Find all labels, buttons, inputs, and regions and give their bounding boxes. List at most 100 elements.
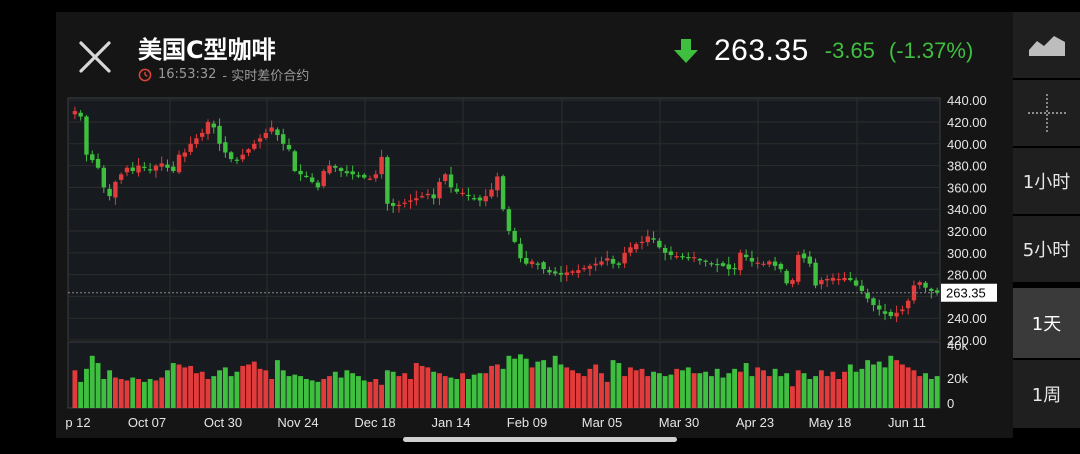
candle <box>524 258 529 264</box>
x-tick-label: Feb 09 <box>507 415 547 430</box>
candle <box>645 236 650 243</box>
volume-bar <box>529 367 535 408</box>
candle <box>367 178 373 180</box>
volume-bar <box>101 379 107 408</box>
volume-bar <box>564 367 570 408</box>
candle <box>500 176 506 210</box>
volume-bar <box>136 379 141 408</box>
candle <box>587 265 593 269</box>
candle <box>338 168 344 172</box>
candle <box>917 282 922 285</box>
candle <box>362 174 367 178</box>
volume-bar <box>298 376 304 408</box>
volume-bar <box>743 363 749 408</box>
home-indicator[interactable] <box>403 437 677 442</box>
volume-bar <box>413 363 419 408</box>
volume-bar <box>795 370 801 408</box>
candle <box>124 167 130 173</box>
candle <box>628 247 633 253</box>
candle <box>142 166 147 168</box>
volume-bar <box>894 360 900 408</box>
volume-bar <box>188 365 194 408</box>
volume-bar <box>928 379 934 408</box>
volume-bar <box>714 368 720 408</box>
volume-bar <box>274 360 280 408</box>
interval-1h[interactable]: 1小时 <box>1013 148 1080 214</box>
volume-bar <box>691 373 697 408</box>
candle <box>749 258 755 262</box>
volume-bar <box>876 361 882 408</box>
volume-bar <box>477 373 483 408</box>
candle <box>743 254 749 258</box>
candle <box>824 278 830 281</box>
candle <box>78 112 83 117</box>
candle <box>772 261 778 266</box>
volume-bar <box>604 381 610 408</box>
volume-bar <box>801 373 807 408</box>
volume-bar <box>639 368 645 408</box>
candle <box>767 261 772 265</box>
volume-bar <box>263 370 269 408</box>
volume-bar <box>512 358 518 408</box>
candle <box>495 176 500 191</box>
area-chart-icon <box>1028 36 1065 56</box>
volume-bar <box>558 364 564 408</box>
candle <box>674 256 679 258</box>
volume-bar <box>165 370 170 408</box>
volume-bar <box>888 355 894 408</box>
volume-bar <box>176 364 182 408</box>
interval-1d[interactable]: 1天 <box>1013 288 1080 358</box>
y-tick-label: 420.00 <box>947 115 987 130</box>
candle <box>581 268 587 270</box>
candle <box>726 264 731 270</box>
volume-bar <box>587 368 593 408</box>
candle <box>616 263 622 265</box>
candle <box>703 260 708 262</box>
volume-bar <box>911 370 917 408</box>
candle <box>512 230 517 242</box>
interval-1w[interactable]: 1周 <box>1013 360 1080 428</box>
candle <box>900 309 905 312</box>
candle <box>529 261 535 265</box>
y-tick-label: 300.00 <box>947 246 987 261</box>
volume-bar <box>205 379 211 408</box>
volume-bar <box>402 373 408 408</box>
volume-bar <box>749 376 755 408</box>
candle <box>483 196 488 202</box>
volume-bar <box>425 367 431 408</box>
volume-bar <box>708 376 714 408</box>
volume-bar <box>361 380 367 408</box>
volume-bar <box>616 363 622 408</box>
candle <box>379 156 384 175</box>
volume-bar <box>703 371 709 408</box>
candle <box>784 270 789 284</box>
volume-bar <box>118 379 124 408</box>
volume-bar <box>899 364 905 408</box>
candle <box>90 154 95 161</box>
candlestick-chart[interactable]: 440.00 420.00 400.00 380.00 360.00 340.00 320.… <box>0 0 1080 454</box>
y-tick-label: 320.00 <box>947 224 987 239</box>
candle <box>304 175 309 178</box>
volume-bar <box>784 373 790 408</box>
interval-5h[interactable]: 5小时 <box>1013 216 1080 282</box>
candle <box>84 116 89 155</box>
volume-bar <box>685 367 691 408</box>
volume-bar <box>656 373 662 408</box>
candle <box>165 164 170 168</box>
candle <box>709 263 714 265</box>
volume-bar <box>905 367 911 408</box>
candle <box>194 138 199 145</box>
volume-bar <box>923 373 928 408</box>
candle <box>234 159 240 161</box>
volume-bar <box>379 384 385 408</box>
volume-bar <box>651 371 656 408</box>
volume-bar <box>627 367 633 408</box>
candle <box>454 188 460 192</box>
volume-bar <box>483 373 489 408</box>
volume-bar <box>217 370 222 408</box>
chart-type-button[interactable] <box>1013 12 1080 78</box>
volume-bar <box>830 371 836 408</box>
candle <box>136 165 141 173</box>
crosshair-button[interactable] <box>1013 80 1080 146</box>
volume-bar <box>141 381 147 408</box>
